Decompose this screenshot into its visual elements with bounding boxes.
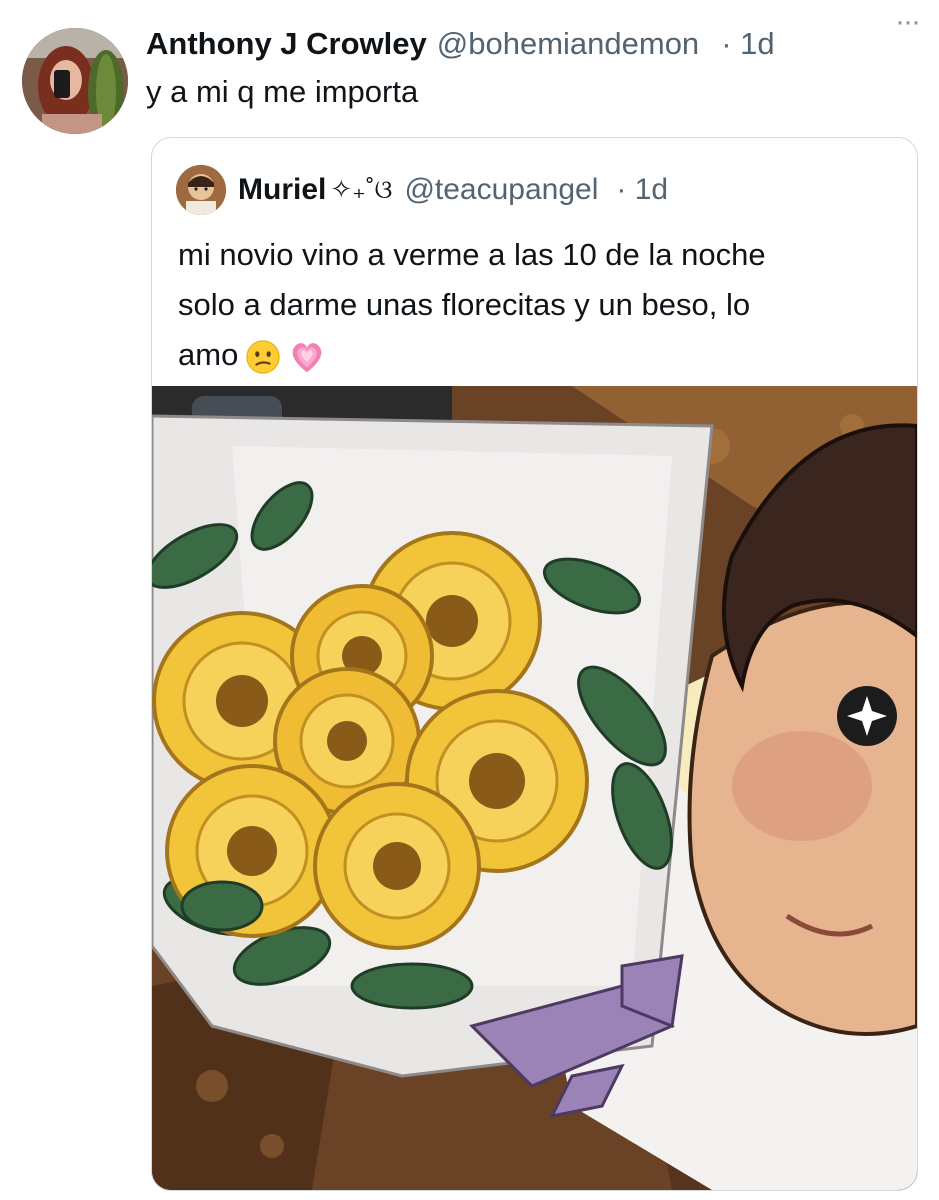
quoted-tweet-header: Muriel ✧₊˚ଓ @teacupangel · 1d [238, 168, 668, 212]
quoted-timestamp[interactable]: · 1d [616, 173, 668, 207]
quoted-tweet-text: mi novio vino a verme a las 10 de la noc… [178, 230, 878, 380]
tweet-header: Anthony J Crowley @bohemiandemon · 1d [146, 22, 926, 66]
tweet[interactable]: Anthony J Crowley @bohemiandemon · 1d ··… [0, 0, 939, 1200]
quoted-author-avatar[interactable] [176, 165, 226, 215]
quoted-tweet-card[interactable]: Muriel ✧₊˚ଓ @teacupangel · 1d mi novio v… [151, 137, 918, 1191]
tweet-text: y a mi q me importa [146, 74, 419, 109]
tweet-timestamp[interactable]: · 1d [721, 26, 774, 62]
author-avatar[interactable] [22, 28, 128, 134]
quoted-display-name[interactable]: Muriel [238, 173, 326, 207]
quoted-text-line: mi novio vino a verme a las 10 de la noc… [178, 237, 766, 272]
more-options-icon[interactable]: ··· [887, 4, 927, 40]
author-display-name[interactable]: Anthony J Crowley [146, 26, 427, 62]
growing-heart-emoji-icon [288, 338, 326, 376]
quoted-text-line: solo a darme unas florecitas y un beso, … [178, 287, 751, 322]
quoted-text-line-content: amo [178, 337, 239, 372]
quoted-name-decoration: ✧₊˚ଓ [330, 174, 393, 204]
author-handle[interactable]: @bohemiandemon [437, 26, 699, 62]
confused-face-emoji-icon [244, 338, 282, 376]
quoted-text-line: amo [178, 330, 878, 380]
quoted-tweet-image[interactable] [152, 386, 917, 1190]
quoted-handle[interactable]: @teacupangel [404, 173, 598, 207]
